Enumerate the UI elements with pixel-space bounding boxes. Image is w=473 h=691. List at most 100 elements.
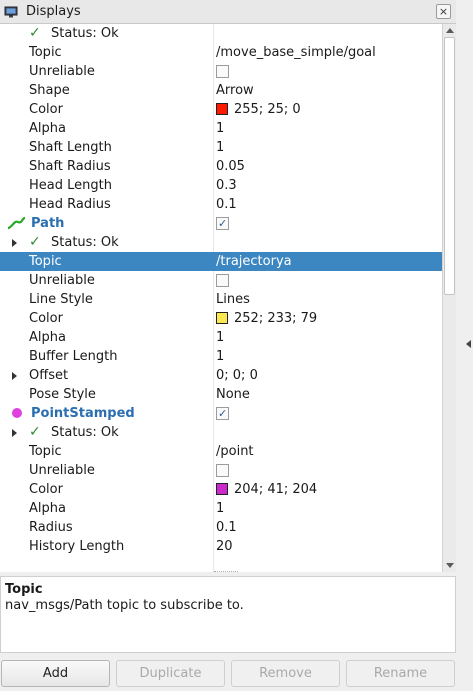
property-row[interactable]: Unreliable [0,62,442,81]
unreliable-checkbox[interactable] [216,274,229,287]
property-value-cell[interactable]: /trajectorya [216,252,292,271]
property-value-cell[interactable]: 1 [216,328,224,347]
display-header-row[interactable]: Path [0,214,442,233]
panel-splitter-handle[interactable] [214,571,238,574]
tree-vertical-scrollbar[interactable] [442,24,456,572]
property-name-cell[interactable]: ✓ Status: Ok [0,233,213,252]
property-name-cell[interactable]: Alpha [0,119,213,138]
scroll-thumb[interactable] [444,37,455,295]
property-row[interactable]: Alpha 1 [0,328,442,347]
property-value-cell[interactable]: 20 [216,537,233,556]
property-name-cell[interactable]: Unreliable [0,271,213,290]
property-name-cell[interactable]: Topic [0,442,213,461]
color-swatch[interactable] [216,103,228,115]
expand-arrow-icon[interactable] [12,429,17,437]
color-swatch[interactable] [216,483,228,495]
property-name-cell[interactable]: Head Length [0,176,213,195]
property-value-cell[interactable]: 0.1 [216,518,237,537]
property-name-cell[interactable]: Shaft Radius [0,157,213,176]
property-row[interactable]: Unreliable [0,461,442,480]
property-name-cell[interactable]: Head Radius [0,195,213,214]
unreliable-checkbox[interactable] [216,65,229,78]
color-swatch[interactable] [216,312,228,324]
property-name-cell[interactable]: Path [0,214,213,233]
property-name-cell[interactable]: ✓ Status: Ok [0,24,213,43]
property-row[interactable]: ✓ Status: Ok [0,423,442,442]
rename-button[interactable]: Rename [346,660,455,687]
property-row[interactable]: Shaft Length 1 [0,138,442,157]
property-row[interactable]: Shape Arrow [0,81,442,100]
property-name-cell[interactable]: Alpha [0,328,213,347]
property-row[interactable]: Color 204; 41; 204 [0,480,442,499]
property-row[interactable]: Shaft Radius 0.05 [0,157,442,176]
property-name-cell[interactable]: Offset [0,366,213,385]
property-row[interactable]: Unreliable [0,271,442,290]
property-row[interactable]: Head Length 0.3 [0,176,442,195]
property-name-cell[interactable]: ✓ Status: Ok [0,423,213,442]
property-name-cell[interactable]: PointStamped [0,404,213,423]
property-value: 204; 41; 204 [234,482,318,497]
property-row[interactable]: Radius 0.1 [0,518,442,537]
property-name-cell[interactable]: Unreliable [0,461,213,480]
property-row[interactable]: Buffer Length 1 [0,347,442,366]
property-value-cell[interactable]: 0.1 [216,195,237,214]
property-name-cell[interactable]: Unreliable [0,62,213,81]
property-value-cell[interactable]: 1 [216,347,224,366]
property-row[interactable]: Alpha 1 [0,119,442,138]
property-value-cell[interactable]: None [216,385,250,404]
property-row[interactable]: History Length 20 [0,537,442,556]
display-enabled-checkbox[interactable] [216,214,229,233]
add-button[interactable]: Add [1,660,110,687]
duplicate-button[interactable]: Duplicate [116,660,225,687]
property-name-cell[interactable]: Buffer Length [0,347,213,366]
property-value-cell[interactable]: 1 [216,119,224,138]
property-name-cell[interactable]: Shaft Length [0,138,213,157]
property-row[interactable]: Topic/point [0,442,442,461]
property-value-cell[interactable]: 204; 41; 204 [216,480,317,499]
property-name-cell[interactable]: Pose Style [0,385,213,404]
property-name-cell[interactable]: Color [0,309,213,328]
property-value-cell[interactable]: 252; 233; 79 [216,309,317,328]
property-row[interactable]: Topic/trajectorya [0,252,442,271]
scroll-down-arrow-icon[interactable] [446,563,454,568]
scroll-up-arrow-icon[interactable] [446,28,454,33]
property-row[interactable]: Color 252; 233; 79 [0,309,442,328]
property-name-cell[interactable]: Color [0,100,213,119]
property-row[interactable]: Topic/move_base_simple/goal [0,43,442,62]
unreliable-checkbox[interactable] [216,464,229,477]
property-name-cell[interactable]: Shape [0,81,213,100]
expand-arrow-icon[interactable] [12,239,17,247]
close-panel-button[interactable]: × [436,4,451,19]
display-property-tree[interactable]: ✓ Status: Ok Topic/move_base_simple/goal Un… [0,24,442,572]
property-name-cell[interactable]: Line Style [0,290,213,309]
property-row[interactable]: Offset 0; 0; 0 [0,366,442,385]
property-name-cell[interactable]: Color [0,480,213,499]
property-row[interactable]: Line Style Lines [0,290,442,309]
property-row[interactable]: Color 255; 25; 0 [0,100,442,119]
property-value-cell[interactable]: /point [216,442,254,461]
property-row[interactable]: Alpha 1 [0,499,442,518]
expand-arrow-icon[interactable] [12,372,17,380]
property-value-cell[interactable]: 0; 0; 0 [216,366,258,385]
property-value-cell[interactable]: /move_base_simple/goal [216,43,376,62]
property-value-cell[interactable]: Lines [216,290,250,309]
property-name-cell[interactable]: Radius [0,518,213,537]
property-row[interactable]: Pose Style None [0,385,442,404]
property-value-cell[interactable]: 0.3 [216,176,237,195]
property-value-cell[interactable]: 1 [216,499,224,518]
display-header-row[interactable]: PointStamped [0,404,442,423]
property-row[interactable]: ✓ Status: Ok [0,24,442,43]
property-value-cell[interactable]: 1 [216,138,224,157]
property-row[interactable]: Head Radius 0.1 [0,195,442,214]
display-enabled-checkbox[interactable] [216,404,229,423]
property-name-cell[interactable]: Alpha [0,499,213,518]
property-value-cell[interactable]: Arrow [216,81,254,100]
property-value-cell[interactable]: 255; 25; 0 [216,100,301,119]
collapse-side-panel-arrow-icon[interactable] [466,340,471,348]
property-name-cell[interactable]: History Length [0,537,213,556]
property-name-cell[interactable]: Topic [0,252,213,271]
remove-button[interactable]: Remove [231,660,340,687]
property-value-cell[interactable]: 0.05 [216,157,245,176]
property-name-cell[interactable]: Topic [0,43,213,62]
property-row[interactable]: ✓ Status: Ok [0,233,442,252]
